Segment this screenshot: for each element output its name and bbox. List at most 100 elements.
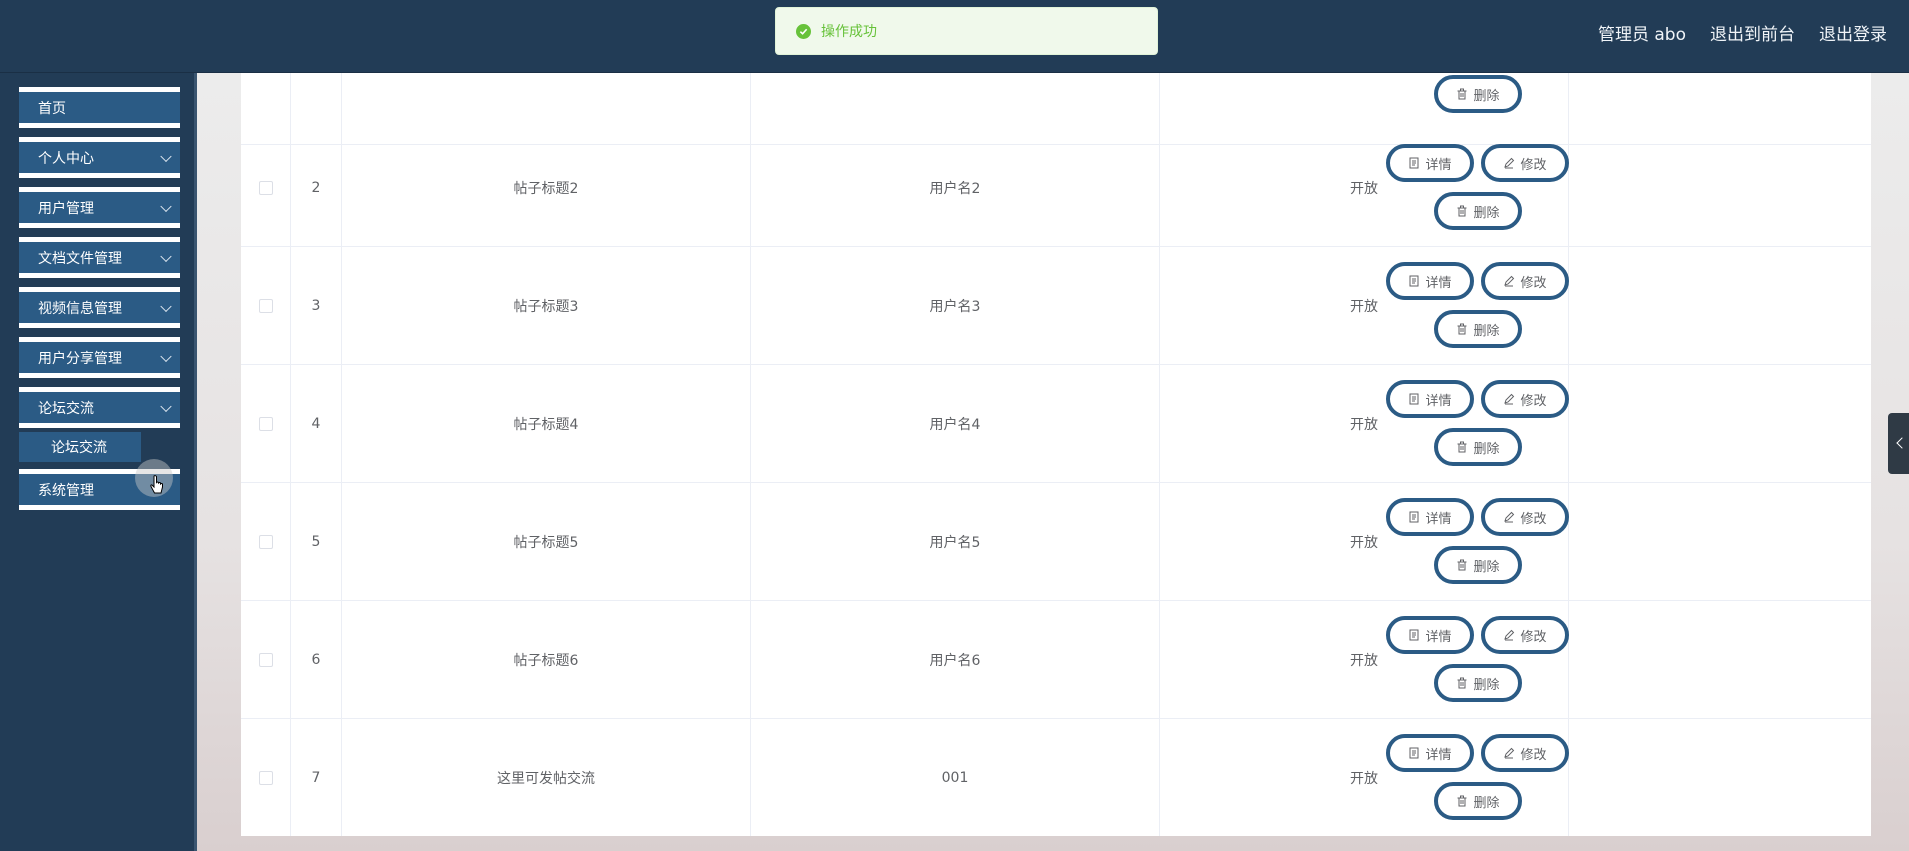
row-index: 4	[291, 365, 342, 482]
edit-button-label: 修改	[1520, 511, 1547, 527]
row-checkbox[interactable]	[258, 298, 273, 313]
delete-button-label: 删除	[1473, 323, 1500, 339]
post-user: 001	[751, 719, 1160, 836]
sidebar-subitem-forum[interactable]: 论坛交流	[19, 432, 141, 462]
sidebar-item-forum[interactable]: 论坛交流	[19, 387, 180, 428]
sidebar-item-label: 文档文件管理	[38, 250, 122, 267]
sidebar-item-label: 用户管理	[38, 200, 94, 217]
row-checkbox[interactable]	[258, 652, 273, 667]
pencil-icon	[1503, 393, 1515, 405]
post-title: 帖子标题6	[342, 601, 751, 718]
chevron-down-icon	[160, 200, 172, 212]
detail-button-label: 详情	[1425, 511, 1452, 527]
post-title: 帖子标题2	[342, 129, 751, 246]
delete-button[interactable]: 删除	[1434, 546, 1522, 584]
edit-button[interactable]: 修改	[1481, 262, 1569, 300]
post-user: 用户名4	[751, 365, 1160, 482]
edit-button-label: 修改	[1520, 157, 1547, 173]
edit-button-label: 修改	[1520, 629, 1547, 645]
trash-icon	[1456, 88, 1468, 100]
delete-button-label: 删除	[1473, 795, 1500, 811]
trash-icon	[1456, 441, 1468, 453]
post-title: 帖子标题4	[342, 365, 751, 482]
chevron-down-icon	[160, 250, 172, 262]
table-row: 6 帖子标题6 用户名6 开放	[241, 601, 1871, 719]
row-checkbox[interactable]	[258, 770, 273, 785]
delete-button[interactable]: 删除	[1434, 782, 1522, 820]
sidebar-item-label: 用户分享管理	[38, 350, 122, 367]
delete-button-label: 删除	[1473, 441, 1500, 457]
sidebar-item-document-management[interactable]: 文档文件管理	[19, 237, 180, 278]
detail-button[interactable]: 详情	[1386, 734, 1474, 772]
sidebar-item-label: 个人中心	[38, 150, 94, 167]
back-to-front-link[interactable]: 退出到前台	[1710, 20, 1795, 45]
edit-button[interactable]: 修改	[1481, 380, 1569, 418]
table-row: 4 帖子标题4 用户名4 开放	[241, 365, 1871, 483]
collapse-panel-tab[interactable]	[1888, 413, 1909, 474]
table-row: 2 帖子标题2 用户名2 开放	[241, 129, 1871, 247]
table-row: 5 帖子标题5 用户名5 开放	[241, 483, 1871, 601]
edit-button[interactable]: 修改	[1481, 498, 1569, 536]
sidebar-item-home[interactable]: 首页	[19, 87, 180, 128]
edit-button[interactable]: 修改	[1481, 616, 1569, 654]
row-index: 5	[291, 483, 342, 600]
post-user: 用户名3	[751, 247, 1160, 364]
row-checkbox[interactable]	[258, 180, 273, 195]
admin-label: 管理员 abo	[1597, 25, 1686, 45]
table-row: 3 帖子标题3 用户名3 开放	[241, 247, 1871, 365]
chevron-left-icon	[1896, 437, 1908, 449]
row-index: 6	[291, 601, 342, 718]
sidebar-subitem-label: 论坛交流	[51, 440, 107, 456]
detail-button[interactable]: 详情	[1386, 262, 1474, 300]
detail-button-label: 详情	[1425, 393, 1452, 409]
edit-button-label: 修改	[1520, 393, 1547, 409]
post-user: 用户名2	[751, 129, 1160, 246]
row-index: 7	[291, 719, 342, 836]
header-right: 管理员 abo 退出到前台 退出登录	[1598, 0, 1887, 65]
sidebar-item-label: 视频信息管理	[38, 300, 122, 317]
document-icon	[1408, 157, 1420, 169]
delete-button[interactable]: 删除	[1434, 310, 1522, 348]
sidebar-item-personal-center[interactable]: 个人中心	[19, 137, 180, 178]
row-checkbox[interactable]	[258, 534, 273, 549]
sidebar-item-share-management[interactable]: 用户分享管理	[19, 337, 180, 378]
sidebar-item-user-management[interactable]: 用户管理	[19, 187, 180, 228]
delete-button[interactable]: 删除	[1434, 75, 1522, 113]
trash-icon	[1456, 323, 1468, 335]
delete-button-label: 删除	[1473, 677, 1500, 693]
delete-button[interactable]: 删除	[1434, 192, 1522, 230]
detail-button[interactable]: 详情	[1386, 380, 1474, 418]
detail-button-label: 详情	[1425, 629, 1452, 645]
detail-button[interactable]: 详情	[1386, 498, 1474, 536]
sidebar-item-video-management[interactable]: 视频信息管理	[19, 287, 180, 328]
post-title: 这里可发帖交流	[342, 719, 751, 836]
row-index: 3	[291, 247, 342, 364]
pencil-icon	[1503, 275, 1515, 287]
edit-button[interactable]: 修改	[1481, 734, 1569, 772]
row-checkbox[interactable]	[258, 416, 273, 431]
edit-button-label: 修改	[1520, 275, 1547, 291]
logout-link[interactable]: 退出登录	[1819, 20, 1887, 45]
trash-icon	[1456, 677, 1468, 689]
chevron-down-icon	[160, 400, 172, 412]
chevron-down-icon	[160, 150, 172, 162]
detail-button[interactable]: 详情	[1386, 616, 1474, 654]
detail-button[interactable]: 详情	[1386, 144, 1474, 182]
chevron-down-icon	[160, 350, 172, 362]
trash-icon	[1456, 795, 1468, 807]
detail-button-label: 详情	[1425, 157, 1452, 173]
detail-button-label: 详情	[1425, 275, 1452, 291]
toast-message: 操作成功	[821, 24, 877, 40]
document-icon	[1408, 629, 1420, 641]
forum-table: 2 帖子标题2 用户名2 开放 3 帖子标题3 用户名3 开放 4 帖子标题4 …	[241, 73, 1871, 836]
edit-button[interactable]: 修改	[1481, 144, 1569, 182]
trash-icon	[1456, 559, 1468, 571]
delete-button[interactable]: 删除	[1434, 664, 1522, 702]
delete-button[interactable]: 删除	[1434, 428, 1522, 466]
post-user: 用户名6	[751, 601, 1160, 718]
document-icon	[1408, 511, 1420, 523]
document-icon	[1408, 393, 1420, 405]
post-user: 用户名5	[751, 483, 1160, 600]
post-title: 帖子标题3	[342, 247, 751, 364]
delete-button-label: 删除	[1473, 205, 1500, 221]
